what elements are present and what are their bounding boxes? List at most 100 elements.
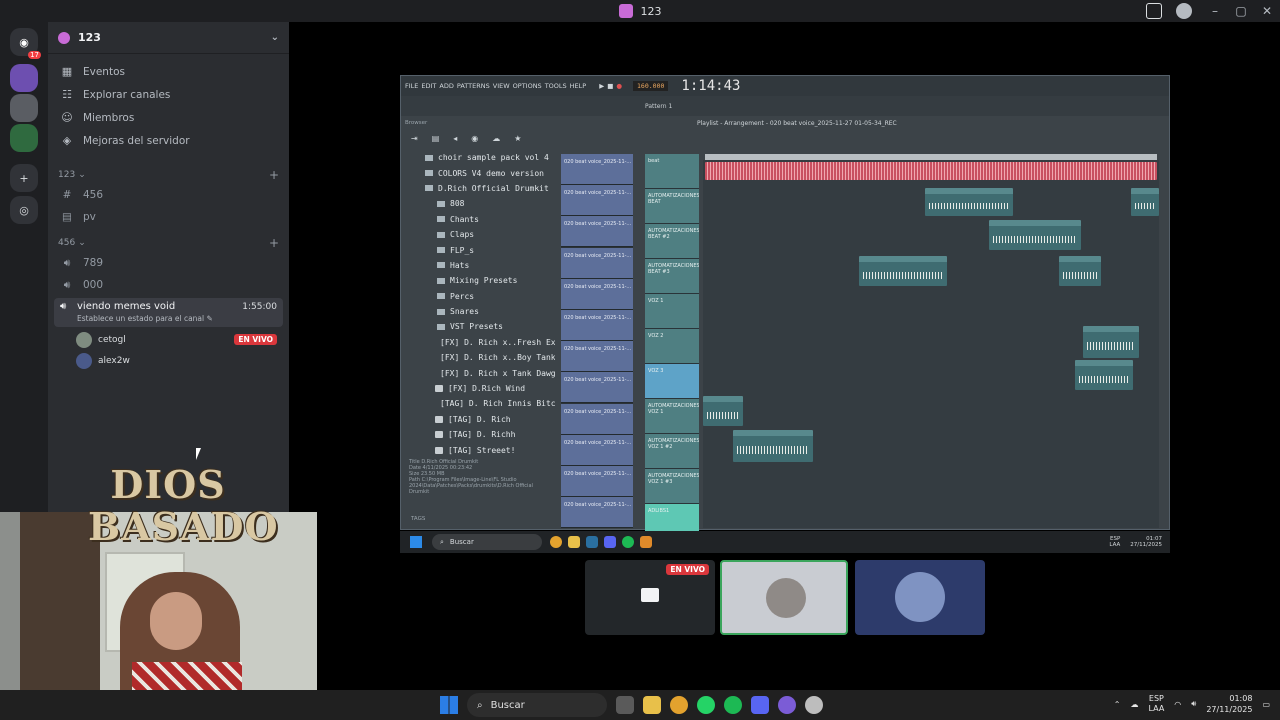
- pattern-selector[interactable]: Pattern 1: [645, 103, 672, 110]
- chrome-alt-icon[interactable]: [805, 696, 823, 714]
- stop-icon[interactable]: ■: [607, 82, 613, 90]
- server-icon-2[interactable]: [10, 94, 38, 122]
- track-header[interactable]: VOZ 2: [645, 329, 699, 364]
- channel-clip[interactable]: 020 beat voice_2025-11-...: [561, 154, 633, 185]
- menu-add[interactable]: ADD: [439, 82, 453, 90]
- close-icon[interactable]: ✕: [1254, 4, 1280, 18]
- participant-tile[interactable]: [855, 560, 985, 635]
- audio-clip[interactable]: [989, 220, 1081, 250]
- start-button[interactable]: [440, 696, 458, 714]
- voice-channel-789[interactable]: 🔊︎ 789: [48, 252, 289, 274]
- play-icon[interactable]: ▶: [599, 82, 604, 90]
- discover-icon[interactable]: ◎: [10, 196, 38, 224]
- menu-help[interactable]: HELP: [570, 82, 587, 90]
- network-icon[interactable]: ☁: [1130, 700, 1138, 709]
- add-server-icon[interactable]: +: [10, 164, 38, 192]
- chrome-icon[interactable]: [670, 696, 688, 714]
- active-voice-channel[interactable]: 🔊︎ viendo memes void 1:55:00 Establece u…: [54, 298, 283, 327]
- track-header[interactable]: AUTOMATIZACIONES BEAT #2: [645, 224, 699, 259]
- menu-events[interactable]: ▦ Eventos: [48, 60, 289, 83]
- browser-folder[interactable]: COLORS V4 demo version: [405, 165, 555, 180]
- channel-clip[interactable]: 020 beat voice_2025-11-...: [561, 309, 633, 341]
- menu-file[interactable]: FILE: [405, 82, 418, 90]
- browser-folder[interactable]: Mixing Presets: [405, 273, 555, 288]
- audio-clip[interactable]: [925, 188, 1013, 216]
- stream-preview-tile[interactable]: EN VIVO: [585, 560, 715, 635]
- audio-clip[interactable]: [1131, 188, 1159, 216]
- channel-clip[interactable]: 020 beat voice_2025-11-...: [561, 403, 633, 435]
- channel-clip[interactable]: 020 beat voice_2025-11-...: [561, 247, 633, 279]
- guild-header[interactable]: 123 ⌄: [48, 22, 289, 54]
- browser-file[interactable]: [TAG] D. Rich Innis Bitch!: [405, 396, 555, 411]
- chevron-down-icon[interactable]: ⌄: [271, 32, 279, 43]
- chevron-up-icon[interactable]: ⌃: [1114, 700, 1121, 709]
- menu-members[interactable]: ☺ Miembros: [48, 106, 289, 129]
- audio-clip[interactable]: [733, 430, 813, 462]
- channel-clip[interactable]: 020 beat voice_2025-11-...: [561, 434, 633, 466]
- audio-clip[interactable]: [703, 396, 743, 426]
- track-header[interactable]: AUTOMATIZACIONES BEAT #3: [645, 259, 699, 294]
- browser-folder[interactable]: Claps: [405, 227, 555, 242]
- track-header[interactable]: beat: [645, 154, 699, 189]
- voice-user[interactable]: cetogl EN VIVO: [48, 329, 289, 350]
- voice-channel-000[interactable]: 🔊︎ 000: [48, 274, 289, 296]
- browser-folder[interactable]: Snares: [405, 304, 555, 319]
- volume-icon[interactable]: 🔊︎: [1191, 699, 1196, 709]
- channel-pv[interactable]: ▤ pv: [48, 206, 289, 228]
- channel-clip[interactable]: 020 beat voice_2025-11-...: [561, 278, 633, 310]
- browser-tab-cloud[interactable]: ☁: [492, 134, 500, 148]
- browser-folder[interactable]: Percs: [405, 289, 555, 304]
- minimize-icon[interactable]: –: [1202, 4, 1228, 18]
- file-explorer-icon[interactable]: [643, 696, 661, 714]
- browser-file[interactable]: [FX] D. Rich x..Fresh Explosion: [405, 335, 555, 350]
- browser-folder[interactable]: FLP_s: [405, 242, 555, 257]
- taskbar-search[interactable]: ⌕ Buscar: [467, 693, 607, 717]
- channel-456[interactable]: #456: [48, 184, 289, 206]
- browser-file[interactable]: [FX] D.Rich Wind: [405, 381, 555, 396]
- track-header[interactable]: AUTOMATIZACIONES BEAT: [645, 189, 699, 224]
- track-header[interactable]: AUTOMATIZACIONES VOZ 1 #2: [645, 434, 699, 469]
- maximize-icon[interactable]: ▢: [1228, 4, 1254, 18]
- browser-tab-project[interactable]: ▤: [432, 134, 440, 148]
- channel-clip[interactable]: 020 beat voice_2025-11-...: [561, 216, 633, 248]
- browser-folder[interactable]: Chants: [405, 212, 555, 227]
- taskbar-clock[interactable]: 01:08 27/11/2025: [1206, 693, 1252, 715]
- app-icon[interactable]: [778, 696, 796, 714]
- language-indicator[interactable]: ESP LAA: [1148, 694, 1164, 714]
- track-header[interactable]: VOZ 1: [645, 294, 699, 329]
- task-view-icon[interactable]: [616, 696, 634, 714]
- set-channel-status[interactable]: Establece un estado para el canal ✎: [77, 314, 277, 323]
- browser-folder[interactable]: Hats: [405, 258, 555, 273]
- menu-options[interactable]: OPTIONS: [513, 82, 542, 90]
- notification-icon[interactable]: ▭: [1262, 700, 1270, 709]
- server-icon-123[interactable]: [10, 64, 38, 92]
- add-channel-icon[interactable]: +: [269, 168, 279, 182]
- audio-clip[interactable]: [1075, 360, 1133, 390]
- menu-server-boost[interactable]: ◈ Mejoras del servidor: [48, 129, 289, 152]
- browser-file[interactable]: [FX] D. Rich x..Boy Tank Riser: [405, 350, 555, 365]
- channel-clip[interactable]: 020 beat voice_2025-11-...: [561, 341, 633, 373]
- browser-folder[interactable]: choir sample pack vol 4: [405, 150, 555, 165]
- menu-tools[interactable]: TOOLS: [545, 82, 567, 90]
- browser-tab-starred[interactable]: ★: [514, 134, 521, 148]
- voice-user[interactable]: alex2w: [48, 350, 289, 371]
- whatsapp-icon[interactable]: [697, 696, 715, 714]
- spotify-icon[interactable]: [724, 696, 742, 714]
- browser-folder[interactable]: VST Presets: [405, 319, 555, 334]
- participant-tile-speaking[interactable]: [720, 560, 848, 635]
- menu-view[interactable]: VIEW: [493, 82, 510, 90]
- category-456[interactable]: 456 ⌄ +: [48, 234, 289, 252]
- channel-clip[interactable]: 020 beat voice_2025-11-...: [561, 497, 633, 529]
- browser-file[interactable]: [TAG] D. Richh: [405, 427, 555, 442]
- browser-folder[interactable]: 808: [405, 196, 555, 211]
- menu-browse-channels[interactable]: ☷ Explorar canales: [48, 83, 289, 106]
- fl-studio-window[interactable]: FILE EDIT ADD PATTERNS VIEW OPTIONS TOOL…: [400, 75, 1170, 539]
- channel-clip[interactable]: 020 beat voice_2025-11-...: [561, 465, 633, 497]
- tempo-display[interactable]: 160.000: [633, 81, 669, 91]
- playlist-grid[interactable]: [703, 160, 1159, 528]
- wifi-icon[interactable]: ◠: [1174, 700, 1181, 709]
- track-header[interactable]: AUTOMATIZACIONES VOZ 1: [645, 399, 699, 434]
- discord-icon[interactable]: [751, 696, 769, 714]
- browser-tab-all[interactable]: ⇥: [411, 134, 418, 148]
- browser-folder[interactable]: D.Rich Official Drumkit: [405, 181, 555, 196]
